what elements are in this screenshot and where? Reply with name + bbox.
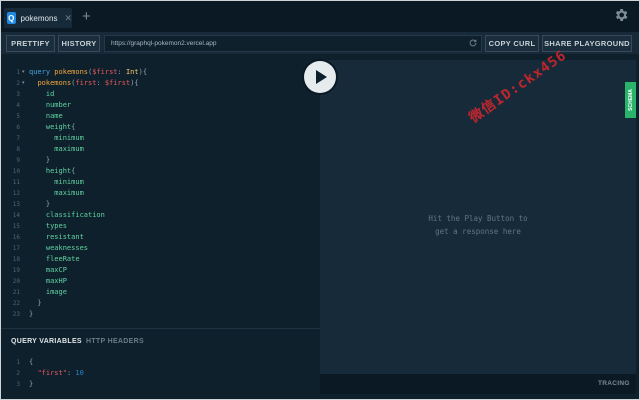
close-icon[interactable]: ✕ bbox=[64, 13, 72, 24]
line-number: 20 bbox=[12, 278, 20, 285]
tab-bar: Q pokemons ✕ + bbox=[0, 0, 640, 32]
code-line: } bbox=[29, 310, 34, 318]
line-number: 13 bbox=[12, 201, 20, 208]
line-number: 23 bbox=[12, 311, 20, 318]
tab-label: pokemons bbox=[20, 13, 58, 23]
schema-tab-label: SCHEMA bbox=[627, 89, 634, 111]
line-number: 3 bbox=[16, 91, 20, 98]
line-number: 18 bbox=[12, 256, 20, 263]
line-number: 1 bbox=[16, 69, 20, 76]
copy-curl-button[interactable]: COPY CURL bbox=[485, 35, 539, 52]
line-number: 19 bbox=[12, 267, 20, 274]
code-line: maxHP bbox=[29, 277, 67, 285]
code-line: "first": 10 bbox=[37, 369, 84, 377]
code-line: name bbox=[29, 112, 63, 120]
code-line: query pokemons($first: Int){ bbox=[29, 68, 148, 76]
code-line: { bbox=[29, 358, 34, 366]
line-number: 7 bbox=[16, 135, 20, 142]
line-number: 8 bbox=[16, 146, 20, 153]
code-line: maximum bbox=[29, 189, 84, 197]
query-icon: Q bbox=[7, 12, 16, 24]
code-line: classification bbox=[29, 211, 105, 219]
line-number: 22 bbox=[12, 300, 20, 307]
gear-icon[interactable] bbox=[613, 7, 629, 23]
endpoint-url-input[interactable]: https://graphql-pokemon2.vercel.app bbox=[104, 35, 482, 52]
code-line: minimum bbox=[29, 134, 84, 142]
prettify-button[interactable]: PRETTIFY bbox=[6, 35, 55, 52]
code-line: image bbox=[29, 288, 67, 296]
code-line: number bbox=[29, 101, 72, 109]
code-line: resistant bbox=[29, 233, 84, 241]
add-tab-button[interactable]: + bbox=[82, 9, 91, 25]
tab-query-variables[interactable]: QUERY VARIABLES bbox=[11, 338, 82, 345]
reload-schema-icon[interactable] bbox=[468, 38, 478, 48]
line-number: 12 bbox=[12, 190, 20, 197]
tab-http-headers[interactable]: HTTP HEADERS bbox=[86, 338, 144, 345]
code-line: weaknesses bbox=[29, 244, 89, 252]
code-line: fleeRate bbox=[29, 255, 80, 263]
line-number: 14 bbox=[12, 212, 20, 219]
hint-line: Hit the Play Button to bbox=[428, 214, 528, 223]
toolbar: PRETTIFY HISTORY https://graphql-pokemon… bbox=[0, 32, 640, 54]
line-number: 2 bbox=[16, 80, 20, 87]
line-number: 17 bbox=[12, 245, 20, 252]
footer-bar bbox=[320, 374, 636, 394]
code-line: } bbox=[29, 299, 42, 307]
line-number: 4 bbox=[16, 102, 20, 109]
variables-header: QUERY VARIABLES HTTP HEADERS bbox=[0, 328, 320, 354]
history-button[interactable]: HISTORY bbox=[58, 35, 100, 52]
line-number: 16 bbox=[12, 234, 20, 241]
code-line: } bbox=[29, 380, 34, 388]
code-line: maximum bbox=[29, 145, 84, 153]
code-line: pokemons(first: $first){ bbox=[37, 79, 139, 87]
code-line: maxCP bbox=[29, 266, 67, 274]
watermark-text: 微信ID:ckx456 bbox=[466, 47, 570, 127]
line-number: 15 bbox=[12, 223, 20, 230]
tab-pokemons[interactable]: Q pokemons ✕ bbox=[4, 8, 72, 28]
code-line: } bbox=[29, 200, 51, 208]
line-number: 10 bbox=[12, 168, 20, 175]
fold-marker[interactable]: ▾ bbox=[22, 69, 25, 75]
play-icon bbox=[316, 70, 327, 84]
line-number: 6 bbox=[16, 124, 20, 131]
code-line: minimum bbox=[29, 178, 84, 186]
code-line: weight{ bbox=[45, 123, 76, 131]
graphql-playground-app: Q pokemons ✕ + PRETTIFY HISTORY https://… bbox=[0, 0, 640, 400]
line-number: 2 bbox=[16, 370, 20, 377]
line-number: 3 bbox=[16, 381, 20, 388]
hint-line: get a response here bbox=[435, 227, 521, 236]
code-line: id bbox=[29, 90, 55, 98]
line-number: 9 bbox=[16, 157, 20, 164]
line-number: 1 bbox=[16, 359, 20, 366]
response-hint: Hit the Play Button to get a response he… bbox=[320, 212, 636, 238]
code-line: } bbox=[29, 156, 51, 164]
line-number: 11 bbox=[12, 179, 20, 186]
line-number: 21 bbox=[12, 289, 20, 296]
play-button[interactable] bbox=[304, 61, 336, 93]
schema-tab[interactable]: SCHEMA bbox=[625, 82, 636, 118]
response-pane: 微信ID:ckx456 Hit the Play Button to get a… bbox=[320, 47, 636, 374]
variables-editor[interactable]: 1 2 3 { "first": 10 } bbox=[0, 354, 320, 394]
code-line: types bbox=[29, 222, 67, 230]
tracing-button[interactable]: TRACING bbox=[598, 380, 630, 387]
query-editor[interactable]: 1 2 3 4 5 6 7 8 9 10 11 12 13 14 15 16 17 18 19 20 21 22 23 ▾ … bbox=[0, 60, 320, 328]
code-line: height{ bbox=[45, 167, 76, 175]
fold-marker[interactable]: ▾ bbox=[22, 80, 25, 86]
line-number: 5 bbox=[16, 113, 20, 120]
